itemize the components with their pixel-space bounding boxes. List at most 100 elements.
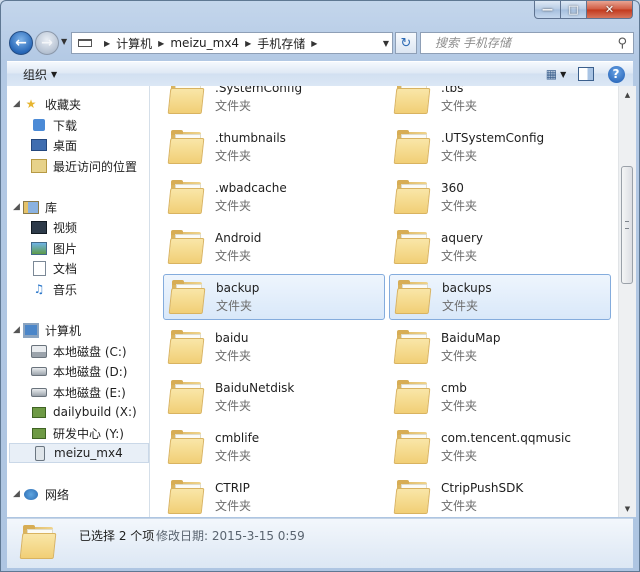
picture-library-icon: [31, 241, 47, 255]
nav-item-videos[interactable]: 视频: [31, 217, 77, 237]
folder-icon: [393, 130, 433, 164]
file-tile[interactable]: 360 文件夹: [389, 174, 611, 220]
help-icon: ?: [607, 65, 625, 83]
help-button[interactable]: ?: [605, 64, 627, 84]
file-tile[interactable]: .SystemConfig 文件夹: [163, 86, 385, 120]
download-folder-icon: [31, 118, 47, 132]
change-view-button[interactable]: ▦ ▼: [545, 64, 567, 84]
folder-icon: [167, 230, 207, 264]
hard-drive-icon: [31, 364, 47, 378]
search-input[interactable]: [433, 35, 607, 51]
nav-item-drive-y[interactable]: 研发中心 (Y:): [31, 423, 124, 443]
breadcrumb-meizu[interactable]: meizu_mx4: [170, 36, 239, 50]
expand-arrow-icon[interactable]: ◢: [13, 325, 23, 335]
nav-network[interactable]: ◢ 网络: [13, 484, 69, 504]
file-name: BaiduMap: [441, 330, 501, 345]
refresh-icon: ↻: [400, 35, 412, 51]
nav-computer[interactable]: ◢ 计算机: [13, 320, 81, 340]
nav-item-desktop[interactable]: 桌面: [31, 135, 77, 155]
file-tile[interactable]: .thumbnails 文件夹: [163, 124, 385, 170]
nav-libraries[interactable]: ◢ 库: [13, 197, 57, 217]
minimize-icon: —: [542, 3, 553, 16]
search-icon[interactable]: ⚲: [617, 36, 627, 51]
breadcrumb-phone-storage[interactable]: 手机存储: [257, 35, 305, 52]
breadcrumb-computer[interactable]: 计算机: [116, 35, 152, 52]
file-tile[interactable]: .wbadcache 文件夹: [163, 174, 385, 220]
nav-favorites[interactable]: ◢ ★ 收藏夹: [13, 94, 81, 114]
folder-icon: [393, 330, 433, 364]
chevron-right-icon[interactable]: ▶: [245, 39, 251, 48]
file-info: .SystemConfig 文件夹: [215, 86, 302, 114]
file-name: CtripPushSDK: [441, 480, 524, 495]
file-tile[interactable]: BaiduNetdisk 文件夹: [163, 374, 385, 420]
recent-pages-dropdown[interactable]: ▼: [61, 37, 67, 46]
close-button[interactable]: ✕: [587, 1, 633, 19]
file-tile[interactable]: cmblife 文件夹: [163, 424, 385, 470]
nav-item-label: 研发中心 (Y:): [53, 426, 124, 441]
document-library-icon: [31, 260, 47, 276]
file-type: 文件夹: [215, 148, 252, 163]
navigation-bar: ← → ▼ ▶ 计算机 ▶ meizu_mx4 ▶ 手机存储 ▶ ▼ ↻ ⚲: [7, 29, 634, 57]
nav-item-recent-places[interactable]: 最近访问的位置: [31, 156, 137, 176]
vertical-scrollbar[interactable]: ▲ ▼: [618, 86, 636, 517]
minimize-button[interactable]: —: [534, 1, 561, 19]
folder-icon: [167, 130, 207, 164]
scrollbar-thumb[interactable]: [621, 166, 633, 284]
file-tile[interactable]: .tbs 文件夹: [389, 86, 611, 120]
expand-arrow-icon[interactable]: ◢: [13, 202, 23, 212]
file-tile[interactable]: com.tencent.qqmusic 文件夹: [389, 424, 611, 470]
nav-item-drive-x[interactable]: dailybuild (X:): [31, 402, 137, 422]
nav-item-meizu-mx4[interactable]: meizu_mx4: [9, 443, 149, 463]
file-tile[interactable]: baidu 文件夹: [163, 324, 385, 370]
file-name: 360: [441, 180, 464, 195]
command-bar: 组织 ▼ ▦ ▼ ?: [7, 61, 633, 86]
file-tile[interactable]: Android 文件夹: [163, 224, 385, 270]
file-tile[interactable]: .UTSystemConfig 文件夹: [389, 124, 611, 170]
file-type: 文件夹: [441, 398, 478, 413]
file-tile[interactable]: aquery 文件夹: [389, 224, 611, 270]
chevron-right-icon[interactable]: ▶: [158, 39, 164, 48]
organize-button[interactable]: 组织 ▼: [23, 66, 57, 83]
expand-arrow-icon[interactable]: ◢: [13, 489, 23, 499]
file-info: baidu 文件夹: [215, 331, 251, 364]
forward-button[interactable]: →: [35, 31, 59, 55]
address-bar[interactable]: ▶ 计算机 ▶ meizu_mx4 ▶ 手机存储 ▶ ▼: [71, 32, 393, 54]
chevron-right-icon[interactable]: ▶: [311, 39, 317, 48]
file-info: backups 文件夹: [442, 281, 492, 314]
file-tile[interactable]: CtripPushSDK 文件夹: [389, 474, 611, 517]
breadcrumb: ▶ 计算机 ▶ meizu_mx4 ▶ 手机存储 ▶: [98, 35, 323, 52]
scroll-up-button[interactable]: ▲: [619, 86, 636, 103]
library-icon: [23, 200, 39, 214]
maximize-button[interactable]: □: [561, 1, 587, 19]
chevron-down-icon: ▼: [560, 69, 567, 79]
nav-item-label: 视频: [53, 220, 78, 235]
maximize-icon: □: [568, 3, 579, 16]
nav-item-music[interactable]: ♫ 音乐: [31, 279, 77, 299]
file-info: backup 文件夹: [216, 281, 259, 314]
nav-item-drive-e[interactable]: 本地磁盘 (E:): [31, 382, 126, 402]
file-tile[interactable]: CTRIP 文件夹: [163, 474, 385, 517]
folder-icon: [394, 280, 434, 314]
file-type: 文件夹: [215, 448, 252, 463]
hard-drive-icon: [31, 385, 47, 399]
address-dropdown-icon[interactable]: ▼: [383, 39, 389, 48]
file-tile[interactable]: backups 文件夹: [389, 274, 611, 320]
scroll-down-button[interactable]: ▼: [619, 500, 636, 517]
preview-pane-button[interactable]: [575, 64, 597, 84]
nav-item-documents[interactable]: 文档: [31, 258, 77, 278]
expand-arrow-icon[interactable]: ◢: [13, 99, 23, 109]
back-button[interactable]: ←: [9, 31, 33, 55]
refresh-button[interactable]: ↻: [395, 32, 417, 54]
nav-item-drive-d[interactable]: 本地磁盘 (D:): [31, 361, 127, 381]
explorer-window: — □ ✕ ← → ▼ ▶ 计算机 ▶ meizu_mx4 ▶ 手机存储 ▶ ▼…: [0, 0, 640, 572]
nav-item-downloads[interactable]: 下载: [31, 115, 77, 135]
file-tile[interactable]: BaiduMap 文件夹: [389, 324, 611, 370]
chevron-right-icon: ▶: [104, 38, 111, 48]
file-tile[interactable]: backup 文件夹: [163, 274, 385, 320]
nav-item-drive-c[interactable]: 本地磁盘 (C:): [31, 341, 127, 361]
folder-icon: [19, 525, 59, 559]
folder-icon: [167, 480, 207, 514]
file-tile[interactable]: cmb 文件夹: [389, 374, 611, 420]
nav-item-pictures[interactable]: 图片: [31, 238, 77, 258]
phone-device-icon: [32, 445, 48, 461]
